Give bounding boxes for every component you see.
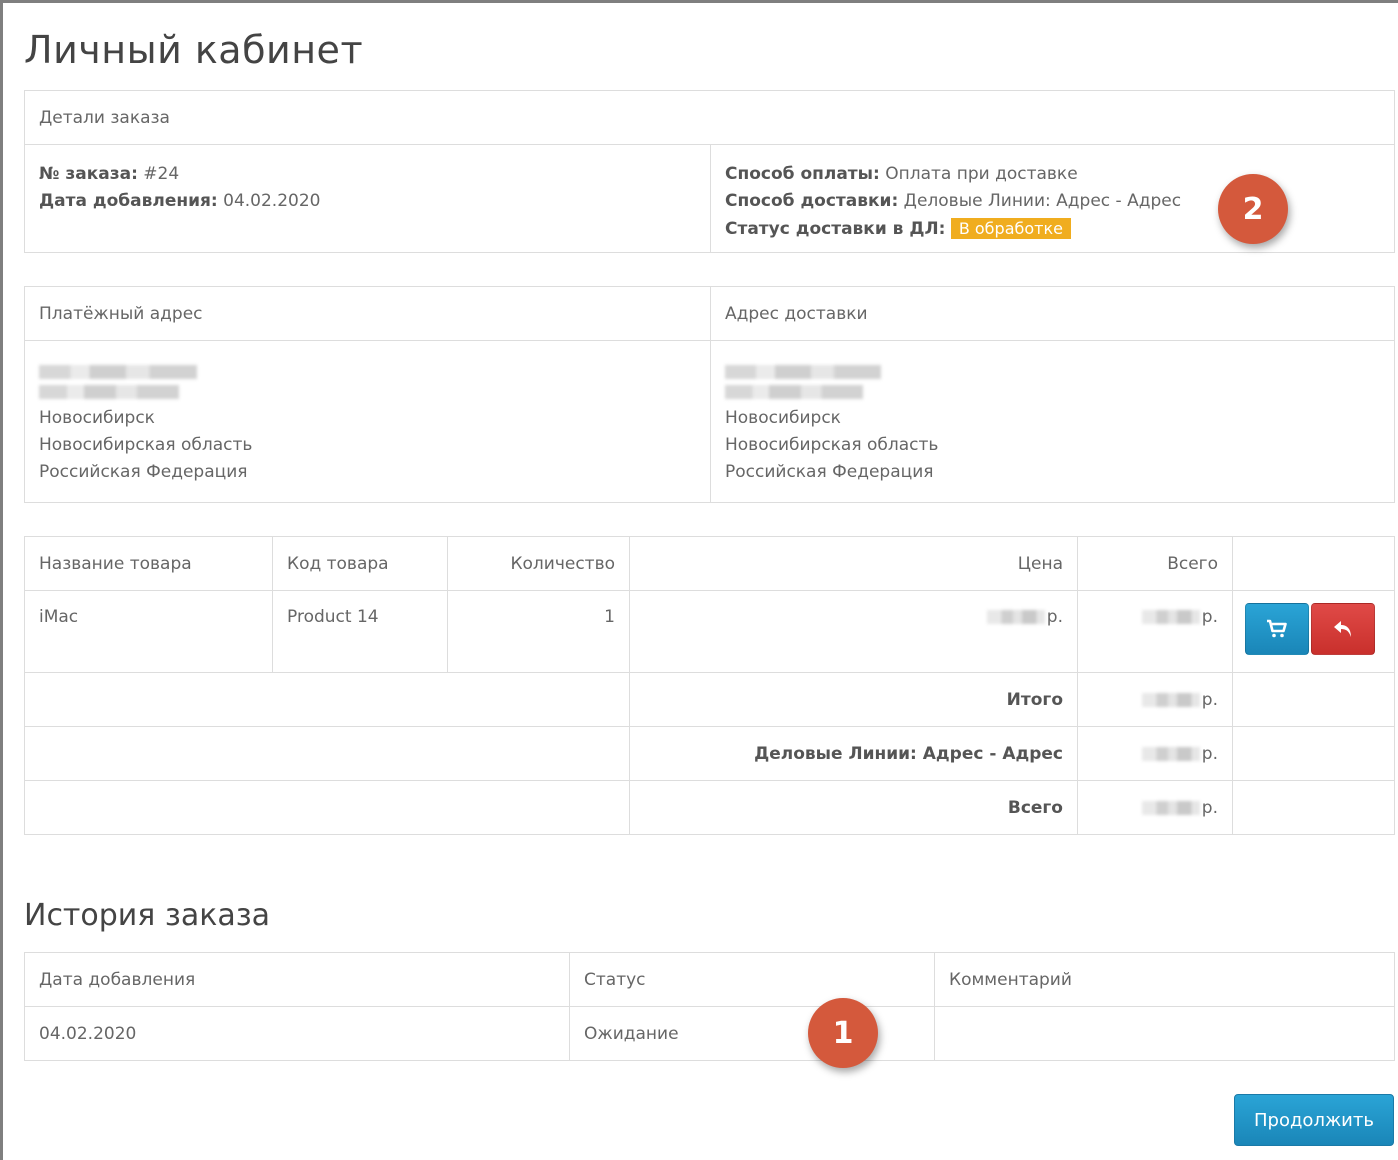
order-details-header: Детали заказа xyxy=(23,90,1396,145)
shipping-cost-label: Деловые Линии: Адрес - Адрес xyxy=(754,743,1063,764)
cart-icon xyxy=(1267,619,1287,638)
product-price: р. xyxy=(629,590,1078,673)
product-total: р. xyxy=(1077,590,1233,673)
totals-row: Итого р. xyxy=(24,672,1395,727)
return-button[interactable] xyxy=(1311,603,1375,655)
order-date-value: 04.02.2020 xyxy=(223,191,321,211)
subtotal-label: Итого xyxy=(1006,689,1063,710)
history-comment xyxy=(934,1006,1395,1061)
totals-row: Деловые Линии: Адрес - Адрес р. xyxy=(24,726,1395,781)
grand-total-label: Всего xyxy=(1007,797,1063,818)
continue-button[interactable]: Продолжить xyxy=(1234,1094,1394,1146)
shipping-city: Новосибирск xyxy=(725,408,841,428)
delivery-status-label: Статус доставки в ДЛ: xyxy=(725,219,946,239)
shipping-method-value: Деловые Линии: Адрес - Адрес xyxy=(903,191,1182,211)
price-currency: р. xyxy=(1046,607,1063,627)
products-table: Название товара Код товара Количество Це… xyxy=(24,536,1395,835)
payment-region: Новосибирская область xyxy=(39,435,253,455)
table-row: iMac Product 14 1 р. р. xyxy=(24,590,1395,673)
shipping-region: Новосибирская область xyxy=(725,435,939,455)
table-row: 04.02.2020 Ожидание xyxy=(24,1006,1395,1061)
redacted-street xyxy=(39,385,179,399)
order-method-cell: Способ оплаты: Оплата при доставке Спосо… xyxy=(709,144,1396,253)
history-status: Ожидание xyxy=(569,1006,935,1061)
payment-address-header: Платёжный адрес xyxy=(24,286,711,341)
col-product-name: Название товара xyxy=(24,536,273,591)
col-total: Всего xyxy=(1077,536,1233,591)
redacted-name xyxy=(725,365,881,379)
grand-total-value: р. xyxy=(1077,780,1233,835)
product-actions xyxy=(1232,590,1395,673)
col-actions xyxy=(1232,536,1395,591)
history-table: Дата добавления Статус Комментарий 04.02… xyxy=(24,952,1395,1061)
redacted-total xyxy=(1141,610,1200,624)
payment-country: Российская Федерация xyxy=(39,462,248,482)
order-no-label: № заказа: xyxy=(39,164,138,184)
order-info-cell: № заказа: #24 Дата добавления: 04.02.202… xyxy=(24,144,711,253)
product-name: iMac xyxy=(24,590,273,673)
order-no-value: #24 xyxy=(143,164,180,184)
totals-row: Всего р. xyxy=(24,780,1395,835)
col-history-status: Статус xyxy=(569,952,935,1007)
reorder-button[interactable] xyxy=(1245,603,1309,655)
payment-address: Новосибирск Новосибирская область Россий… xyxy=(24,340,711,503)
col-history-comment: Комментарий xyxy=(934,952,1395,1007)
product-model: Product 14 xyxy=(272,590,448,673)
payment-method-value: Оплата при доставке xyxy=(885,164,1078,184)
history-date: 04.02.2020 xyxy=(24,1006,570,1061)
shipping-method-label: Способ доставки: xyxy=(725,191,899,211)
redacted-street xyxy=(725,385,863,399)
col-quantity: Количество xyxy=(447,536,630,591)
annotation-marker-1: 1 xyxy=(808,998,878,1068)
annotation-marker-2: 2 xyxy=(1218,174,1288,244)
payment-method-label: Способ оплаты: xyxy=(725,164,880,184)
product-quantity: 1 xyxy=(447,590,630,673)
page-title: Личный кабинет xyxy=(24,28,364,72)
reply-icon xyxy=(1334,621,1351,637)
col-price: Цена xyxy=(629,536,1078,591)
redacted-price xyxy=(986,610,1045,624)
redacted-name xyxy=(39,365,197,379)
shipping-country: Российская Федерация xyxy=(725,462,934,482)
total-currency: р. xyxy=(1201,607,1218,627)
shipping-address-header: Адрес доставки xyxy=(710,286,1395,341)
order-details-table: Детали заказа № заказа: #24 Дата добавле… xyxy=(23,90,1396,253)
subtotal-value: р. xyxy=(1077,672,1233,727)
addresses-table: Платёжный адрес Адрес доставки Новосибир… xyxy=(24,286,1395,503)
history-title: История заказа xyxy=(24,898,271,933)
shipping-cost-value: р. xyxy=(1077,726,1233,781)
status-badge: В обработке xyxy=(950,218,1071,239)
col-history-date: Дата добавления xyxy=(24,952,570,1007)
order-date-label: Дата добавления: xyxy=(39,191,218,211)
shipping-address: Новосибирск Новосибирская область Россий… xyxy=(710,340,1395,503)
payment-city: Новосибирск xyxy=(39,408,155,428)
col-product-model: Код товара xyxy=(272,536,448,591)
